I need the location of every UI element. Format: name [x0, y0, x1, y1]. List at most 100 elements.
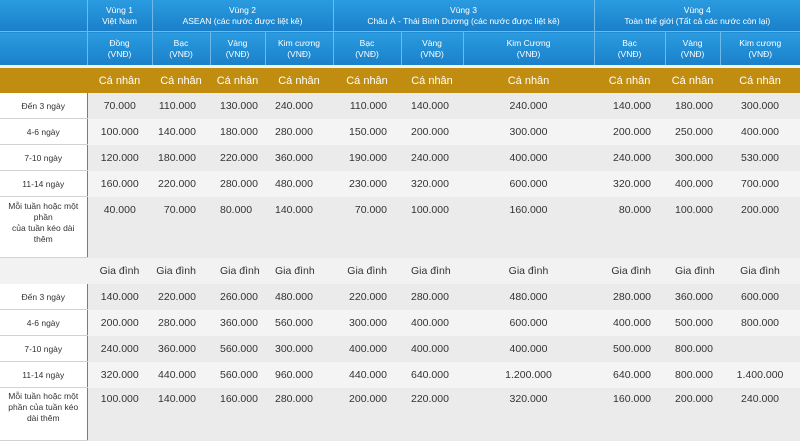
family-type-label: Gia đình: [87, 257, 152, 284]
price-cell: 360.000: [210, 309, 265, 336]
price-cell: 300.000: [665, 144, 721, 171]
table-row: Đến 3 ngày 140.000 220.000 260.000 480.000 22…: [0, 284, 800, 310]
table-row: 4-6 ngày 100.000 140.000 180.000 280.000 150.…: [0, 118, 800, 145]
individual-type-label: Cá nhân: [265, 68, 333, 93]
price-cell: 400.000: [333, 335, 401, 362]
row-label: Mỗi tuần hoặc một phần của tuần kéo dài thê…: [0, 196, 88, 258]
price-cell: 440.000: [333, 361, 401, 388]
row-label: 4-6 ngày: [0, 118, 88, 145]
price-cell: 400.000: [463, 144, 595, 171]
tier-header-8: Vàng (VNĐ): [664, 31, 721, 65]
price-cell: 1.400.000: [720, 361, 800, 388]
tier-unit: (VNĐ): [680, 48, 705, 59]
tier-name: Vàng: [682, 37, 703, 48]
price-cell: 360.000: [152, 335, 210, 362]
row-label-line: Mỗi tuần hoặc một: [8, 391, 79, 401]
price-cell: 500.000: [594, 335, 666, 362]
price-cell: 480.000: [265, 170, 333, 197]
price-cell: 800.000: [665, 361, 721, 388]
price-cell: 300.000: [265, 335, 333, 362]
tier-header-9: Kim cương (VNĐ): [719, 31, 800, 65]
tier-unit: (VNĐ): [107, 48, 132, 59]
price-cell: 220.000: [152, 170, 210, 197]
tier-header-3: Kim cương (VNĐ): [264, 31, 333, 65]
individual-type-label: Cá nhân: [463, 68, 595, 93]
row-label: 4-6 ngày: [0, 309, 88, 336]
row-label-line: dài thêm: [26, 413, 60, 423]
price-cell: 240.000: [265, 93, 333, 119]
table-row: 4-6 ngày 200.000 280.000 360.000 560.000 300.…: [0, 309, 800, 336]
price-cell: 100.000: [665, 196, 721, 258]
price-cell: 280.000: [210, 170, 265, 197]
price-cell: 600.000: [463, 309, 595, 336]
price-cell: 220.000: [210, 144, 265, 171]
price-cell: 70.000: [152, 196, 210, 258]
price-cell: 70.000: [333, 196, 401, 258]
region-header-row: Vùng 1 Việt Nam Vùng 2 ASEAN (các nước đ…: [0, 0, 800, 32]
table-row: 11-14 ngày 320.000 440.000 560.000 960.000 44…: [0, 361, 800, 388]
tier-unit: (VNĐ): [225, 48, 250, 59]
tier-name: Vàng: [422, 37, 442, 48]
price-cell: 700.000: [720, 170, 800, 197]
individual-type-label: Cá nhân: [333, 68, 401, 93]
family-type-label: Gia đình: [665, 257, 721, 284]
price-cell: 320.000: [87, 361, 152, 388]
price-cell: 320.000: [401, 170, 463, 197]
price-cell: 110.000: [152, 93, 210, 119]
price-cell: 240.000: [594, 144, 666, 171]
tier-header-2: Vàng (VNĐ): [209, 31, 265, 65]
individual-type-label: Cá nhân: [665, 68, 721, 93]
price-cell: 360.000: [665, 284, 721, 310]
price-cell: 70.000: [87, 93, 152, 119]
row-label: Đến 3 ngày: [0, 93, 88, 119]
price-cell: 250.000: [665, 118, 721, 145]
tier-unit: (VNĐ): [355, 48, 379, 59]
family-type-label: Gia đình: [333, 257, 401, 284]
row-label-line: phần: [33, 212, 53, 222]
price-cell: 480.000: [265, 284, 333, 310]
group-label-cell: [0, 257, 87, 284]
individual-type-label: Cá nhân: [87, 68, 152, 93]
row-label: 11-14 ngày: [0, 361, 88, 388]
tier-name: Đồng: [109, 37, 130, 48]
tier-name: Vàng: [227, 37, 248, 48]
tier-header-5: Vàng (VNĐ): [400, 31, 463, 65]
price-cell: 220.000: [333, 284, 401, 310]
table-row: Đến 3 ngày 70.000 110.000 130.000 240.000 110…: [0, 93, 800, 119]
corner-cell: [0, 31, 87, 65]
family-type-label: Gia đình: [594, 257, 666, 284]
tier-header-4: Bạc (VNĐ): [332, 31, 401, 65]
family-type-label: Gia đình: [152, 257, 210, 284]
family-type-label: Gia đình: [265, 257, 333, 284]
tier-name: Kim cương: [739, 37, 782, 48]
price-cell: 100.000: [401, 196, 463, 258]
price-cell: 640.000: [401, 361, 463, 388]
price-cell: 800.000: [720, 309, 800, 336]
price-cell: 100.000: [87, 118, 152, 145]
price-cell: 140.000: [401, 93, 463, 119]
price-cell: 240.000: [463, 93, 595, 119]
price-cell: 280.000: [594, 284, 666, 310]
row-label-line: phần của tuần kéo: [8, 402, 79, 412]
price-cell: 530.000: [720, 144, 800, 171]
price-cell: 160.000: [463, 196, 595, 258]
price-cell: 400.000: [401, 309, 463, 336]
price-cell: 140.000: [152, 118, 210, 145]
row-label: 7-10 ngày: [0, 144, 88, 171]
region-1-header: Vùng 1 Việt Nam: [86, 0, 152, 32]
price-cell: 300.000: [333, 309, 401, 336]
price-cell: 400.000: [665, 170, 721, 197]
tier-unit: (VNĐ): [617, 48, 642, 59]
price-cell: 200.000: [87, 309, 152, 336]
price-cell: 400.000: [594, 309, 666, 336]
price-cell: 300.000: [720, 93, 800, 119]
tier-name: Kim Cương: [506, 37, 551, 48]
price-cell: 240.000: [401, 144, 463, 171]
price-cell: 260.000: [210, 284, 265, 310]
price-cell: 480.000: [463, 284, 595, 310]
row-label: 11-14 ngày: [0, 170, 88, 197]
price-cell: 560.000: [210, 335, 265, 362]
price-cell: 160.000: [87, 170, 152, 197]
price-cell: 600.000: [463, 170, 595, 197]
price-cell: 200.000: [401, 118, 463, 145]
